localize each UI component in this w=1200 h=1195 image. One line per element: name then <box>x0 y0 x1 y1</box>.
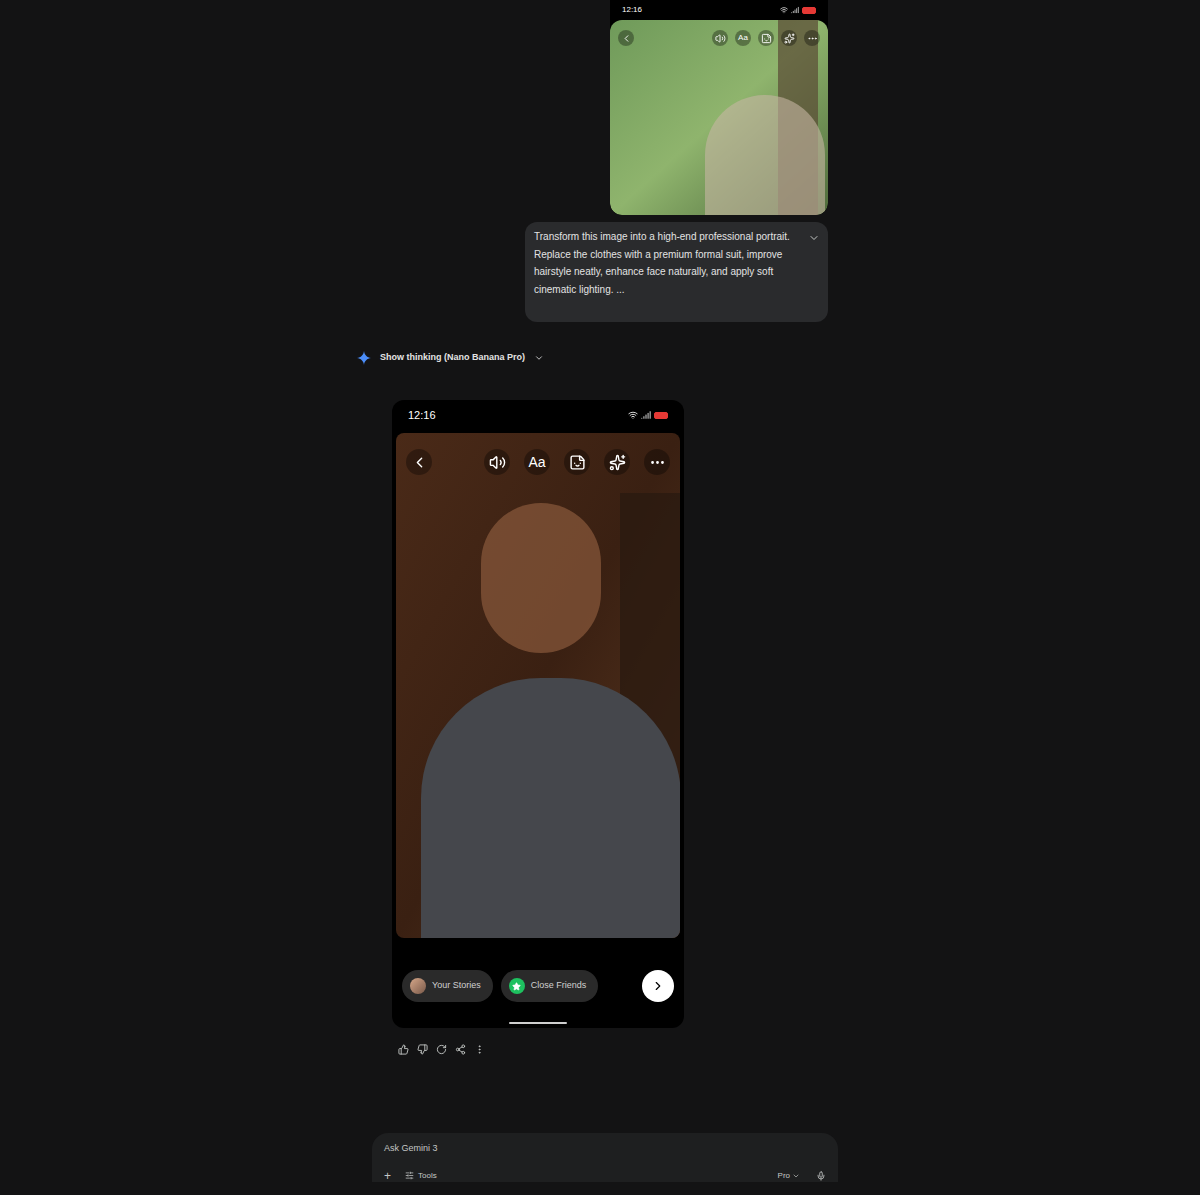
story-toolbar: Aa <box>618 30 820 46</box>
microphone-icon[interactable] <box>816 1171 826 1181</box>
sticker-icon <box>569 454 586 471</box>
gemini-sparkle-icon <box>357 351 371 365</box>
wifi-icon <box>780 6 788 14</box>
next-button[interactable] <box>642 970 674 1002</box>
status-bar: 12:16 <box>396 400 680 430</box>
avatar-icon <box>410 978 426 994</box>
sound-button[interactable] <box>484 449 510 475</box>
effects-button[interactable] <box>781 30 797 46</box>
sticker-button[interactable] <box>564 449 590 475</box>
more-icon <box>649 454 666 471</box>
story-target-pill[interactable]: Close Friends <box>501 970 599 1002</box>
battery-icon <box>654 412 668 419</box>
speaker-icon <box>489 454 506 471</box>
status-icons <box>628 410 668 420</box>
battery-icon <box>802 7 816 14</box>
more-button[interactable] <box>644 449 670 475</box>
user-photo: Aa <box>610 20 828 215</box>
chevron-down-icon <box>792 1172 800 1180</box>
back-button[interactable] <box>618 30 634 46</box>
prompt-text: Transform this image into a high-end pro… <box>534 228 804 316</box>
regenerate-icon[interactable] <box>436 1044 447 1055</box>
user-image[interactable]: 12:16 Aa <box>610 0 828 215</box>
wifi-icon <box>628 410 638 420</box>
back-icon <box>411 454 428 471</box>
home-indicator <box>509 1022 567 1024</box>
tools-button[interactable]: Tools <box>405 1170 437 1182</box>
share-icon[interactable] <box>455 1044 466 1055</box>
status-icons <box>780 6 816 14</box>
input-placeholder: Ask Gemini 3 <box>384 1142 826 1156</box>
chevron-down-icon <box>534 353 544 363</box>
status-bar: 12:16 <box>610 0 828 20</box>
text-tool-button[interactable]: Aa <box>524 449 550 475</box>
more-button[interactable] <box>804 30 820 46</box>
sparkles-icon <box>784 33 795 44</box>
prompt-bubble: Transform this image into a high-end pro… <box>525 222 828 322</box>
show-thinking[interactable]: Show thinking (Nano Banana Pro) <box>357 350 840 366</box>
sliders-icon <box>405 1171 414 1180</box>
sticker-icon <box>761 33 772 44</box>
chevron-down-icon <box>808 232 820 244</box>
story-target-pill[interactable]: Your Stories <box>402 970 493 1002</box>
effects-button[interactable] <box>604 449 630 475</box>
generated-photo: Aa <box>396 433 680 938</box>
generated-image[interactable]: 12:16 Aa Your StoriesClose Friends <box>392 400 684 1028</box>
more-icon <box>807 33 818 44</box>
star-badge-icon <box>509 978 525 994</box>
signal-icon <box>641 410 651 420</box>
expand-button[interactable] <box>808 228 820 316</box>
thumbs-up-icon[interactable] <box>398 1044 409 1055</box>
model-picker[interactable]: Pro <box>778 1170 800 1182</box>
sticker-button[interactable] <box>758 30 774 46</box>
arrow-right-icon <box>651 979 665 993</box>
conversation: 12:16 Aa Transform this image into a high-… <box>355 0 840 1055</box>
add-button[interactable]: + <box>384 1170 391 1182</box>
sound-button[interactable] <box>712 30 728 46</box>
response-actions <box>398 1044 840 1055</box>
thumbs-down-icon[interactable] <box>417 1044 428 1055</box>
sparkles-icon <box>609 454 626 471</box>
more-vertical-icon[interactable] <box>474 1044 485 1055</box>
story-share-bar: Your StoriesClose Friends <box>396 938 680 1016</box>
gemini-chat-page: 12:16 Aa Transform this image into a high-… <box>0 0 1200 1195</box>
speaker-icon <box>715 33 726 44</box>
back-icon <box>621 33 632 44</box>
story-toolbar: Aa <box>406 449 670 475</box>
back-button[interactable] <box>406 449 432 475</box>
input-toolbar: + Tools Pro <box>384 1170 826 1182</box>
prompt-input[interactable]: Ask Gemini 3 + Tools Pro <box>372 1133 838 1182</box>
text-tool-button[interactable]: Aa <box>735 30 751 46</box>
signal-icon <box>791 6 799 14</box>
